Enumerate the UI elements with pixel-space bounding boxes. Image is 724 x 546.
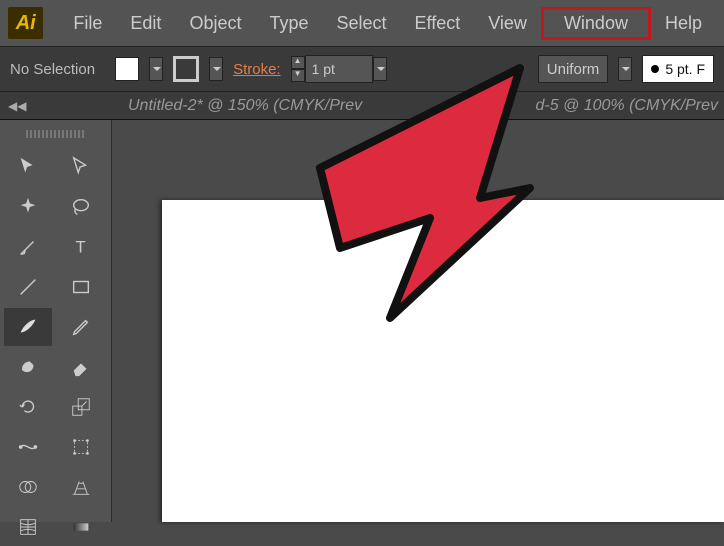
shape-builder-tool[interactable] [4,468,52,506]
profile-value: Uniform [547,61,600,78]
width-tool[interactable] [4,428,52,466]
lasso-tool[interactable] [57,188,105,226]
svg-text:T: T [75,239,85,257]
selection-tool[interactable] [4,148,52,186]
dot-icon [651,65,659,73]
rectangle-tool[interactable] [57,268,105,306]
panel-grip-icon[interactable] [26,130,86,138]
stroke-weight-value[interactable]: 1 pt [305,55,373,83]
artboard[interactable] [162,200,724,522]
tools-panel: T [0,120,112,522]
stroke-swatch[interactable] [173,56,199,82]
stroke-label[interactable]: Stroke: [233,61,281,78]
pencil-tool[interactable] [57,308,105,346]
menu-edit[interactable]: Edit [116,7,175,40]
fill-swatch[interactable] [115,57,139,81]
app-logo: Ai [8,7,43,39]
gradient-tool[interactable] [57,508,105,546]
mesh-tool[interactable] [4,508,52,546]
line-tool[interactable] [4,268,52,306]
document-tab-2[interactable]: d-5 @ 100% (CMYK/Prev [535,97,724,115]
pen-tool[interactable] [4,228,52,266]
menu-view[interactable]: View [474,7,541,40]
stroke-weight-stepper[interactable]: ▲ ▼ 1 pt [291,55,387,83]
menu-help[interactable]: Help [651,7,716,40]
type-tool[interactable]: T [57,228,105,266]
eraser-tool[interactable] [57,348,105,386]
menu-window[interactable]: Window [541,7,651,40]
blob-brush-tool[interactable] [4,348,52,386]
menu-object[interactable]: Object [175,7,255,40]
document-tab-1[interactable]: Untitled-2* @ 150% (CMYK/Prev [128,97,362,115]
stroke-weight-dropdown[interactable] [373,57,387,81]
stroke-up-icon[interactable]: ▲ [291,56,305,69]
brush-select[interactable]: 5 pt. F [642,55,714,83]
paintbrush-tool[interactable] [4,308,52,346]
canvas-area[interactable] [112,120,724,522]
free-transform-tool[interactable] [57,428,105,466]
collapse-icon[interactable]: ◀◀ [8,99,26,113]
profile-select[interactable]: Uniform [538,55,609,83]
stroke-dropdown[interactable] [209,57,223,81]
menu-type[interactable]: Type [255,7,322,40]
perspective-grid-tool[interactable] [57,468,105,506]
menu-select[interactable]: Select [323,7,401,40]
fill-dropdown[interactable] [149,57,163,81]
direct-selection-tool[interactable] [57,148,105,186]
stroke-down-icon[interactable]: ▼ [291,69,305,82]
profile-dropdown[interactable] [618,57,632,81]
selection-label: No Selection [10,61,95,78]
scale-tool[interactable] [57,388,105,426]
brush-value: 5 pt. F [665,61,705,77]
magic-wand-tool[interactable] [4,188,52,226]
menu-effect[interactable]: Effect [401,7,475,40]
rotate-tool[interactable] [4,388,52,426]
menu-file[interactable]: File [59,7,116,40]
